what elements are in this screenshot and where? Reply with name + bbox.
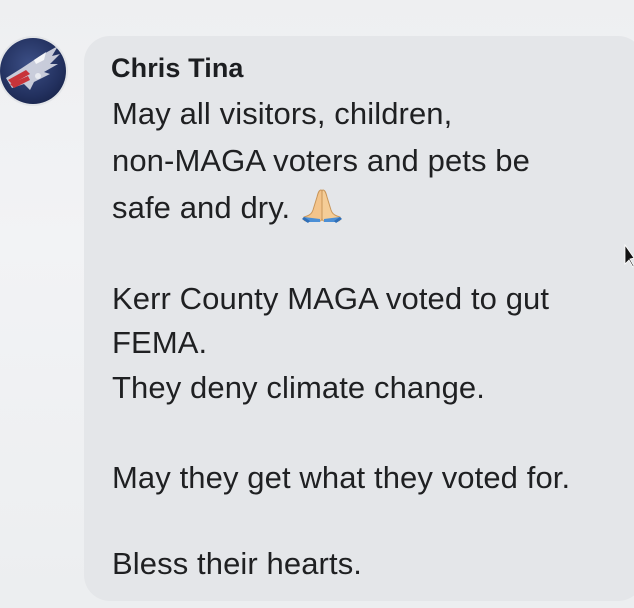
comment-line: May they get what they voted for. [112, 460, 571, 495]
comment-line: safe and dry. [112, 190, 291, 225]
folded-hands-emoji [300, 188, 344, 232]
mouse-cursor-icon [624, 243, 634, 273]
author-avatar[interactable] [0, 38, 66, 104]
comment-line: May all visitors, children, [112, 96, 453, 131]
comment-line: They deny climate change. [112, 370, 485, 405]
screenshot: Chris Tina May all visitors, children, n… [0, 0, 634, 608]
comment-line: Kerr County MAGA voted to gut [112, 281, 550, 316]
comment-line: Bless their hearts. [112, 546, 363, 581]
flag-eagle-icon [6, 46, 60, 90]
comment-line: FEMA. [112, 325, 208, 360]
comment-line: non-MAGA voters and pets be [112, 143, 530, 178]
comment-line-with-emoji: safe and dry. [112, 188, 344, 232]
author-name[interactable]: Chris Tina [111, 53, 244, 84]
